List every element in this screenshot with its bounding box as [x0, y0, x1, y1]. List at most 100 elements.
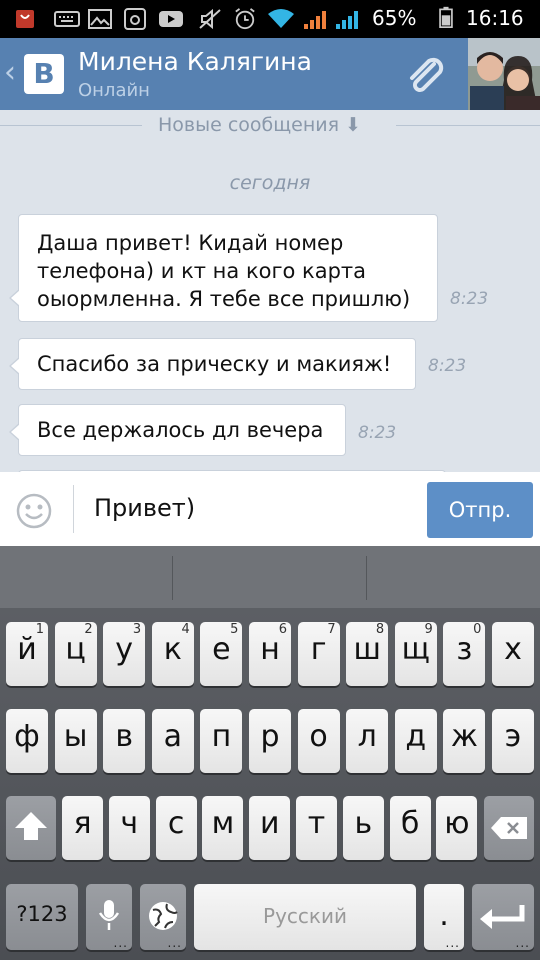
- key-ж[interactable]: ж: [443, 709, 486, 773]
- globe-icon: [149, 902, 178, 930]
- key-hint: 2: [84, 622, 93, 637]
- key-label: о: [309, 719, 328, 754]
- key-label: х: [504, 632, 522, 667]
- key-з[interactable]: з0: [443, 622, 486, 686]
- period-key[interactable]: . ...: [424, 884, 464, 950]
- message-text-line: Даша привет! Кидай номер: [37, 231, 344, 255]
- key-а[interactable]: а: [151, 709, 194, 773]
- backspace-key[interactable]: [484, 796, 534, 860]
- attachment-paperclip-icon[interactable]: [402, 52, 448, 98]
- key-х[interactable]: х: [492, 622, 534, 686]
- key-label: э: [504, 719, 522, 754]
- gallery-icon: [88, 9, 112, 29]
- key-label: н: [260, 632, 280, 667]
- new-messages-label: Новые сообщения ⬇: [158, 114, 361, 136]
- language-key[interactable]: ...: [140, 884, 186, 950]
- key-с[interactable]: с: [155, 796, 197, 860]
- key-hint: 5: [230, 622, 239, 637]
- message-bubble[interactable]: Спасибо за прическу и макияж!: [9, 338, 416, 390]
- key-ф[interactable]: ф: [6, 709, 48, 773]
- key-м[interactable]: м: [202, 796, 244, 860]
- message-list[interactable]: Новые сообщения ⬇ сегодня Даша привет! К…: [0, 110, 540, 472]
- key-label: с: [167, 806, 185, 841]
- key-н[interactable]: н6: [249, 622, 291, 686]
- key-б[interactable]: б: [389, 796, 431, 860]
- space-key[interactable]: Русский: [194, 884, 416, 950]
- shopping-bag-icon: [16, 10, 34, 28]
- key-ы[interactable]: ы: [54, 709, 97, 773]
- key-ь[interactable]: ь: [342, 796, 384, 860]
- key-у[interactable]: у3: [103, 622, 146, 686]
- key-и[interactable]: и: [249, 796, 291, 860]
- date-separator: сегодня: [229, 172, 311, 194]
- key-label: г: [310, 632, 327, 667]
- message-time: 8:23: [358, 423, 397, 443]
- key-label: в: [115, 719, 134, 754]
- signal-bars-orange-icon: [304, 11, 326, 29]
- key-ч[interactable]: ч: [108, 796, 150, 860]
- key-к[interactable]: к4: [151, 622, 194, 686]
- key-label: а: [163, 719, 182, 754]
- contact-avatar[interactable]: [468, 38, 540, 110]
- battery-percent: 65%: [372, 6, 417, 30]
- key-label: б: [400, 806, 420, 841]
- key-ш[interactable]: ш8: [346, 622, 389, 686]
- key-hint: 9: [424, 622, 433, 637]
- message-input-bar: Привет) Отпр.: [0, 472, 540, 546]
- enter-key[interactable]: ...: [472, 884, 534, 950]
- key-label: ь: [354, 806, 373, 841]
- mute-icon: [199, 8, 221, 30]
- message-bubble[interactable]: Все держалось дл вечера: [9, 404, 346, 456]
- key-label: п: [211, 719, 232, 754]
- keyboard: й1ц2у3к4е5н6г7ш8щ9з0х фывапролджэ ячсмит…: [0, 546, 540, 960]
- key-я[interactable]: я: [62, 796, 103, 860]
- key-д[interactable]: д: [394, 709, 437, 773]
- signal-bars-blue-icon: [336, 11, 358, 29]
- instagram-icon: [124, 8, 146, 30]
- message-bubble[interactable]: Даша привет! Кидай номер телефона) и кт …: [9, 214, 438, 322]
- key-label: ы: [63, 719, 88, 754]
- symbols-key-label: ?123: [16, 902, 68, 926]
- key-в[interactable]: в: [103, 709, 146, 773]
- key-ю[interactable]: ю: [436, 796, 478, 860]
- key-label: и: [259, 806, 280, 841]
- key-hint: 1: [35, 622, 44, 637]
- avatar-photo-icon: [468, 38, 540, 110]
- voice-input-key[interactable]: ...: [86, 884, 132, 950]
- key-label: ф: [14, 719, 40, 754]
- key-о[interactable]: о: [297, 709, 340, 773]
- suggestion-strip[interactable]: [0, 546, 540, 608]
- key-label: ш: [353, 632, 381, 667]
- key-label: ц: [65, 632, 86, 667]
- message-input[interactable]: Привет): [94, 494, 195, 522]
- send-button[interactable]: Отпр.: [427, 482, 533, 538]
- message-text-line: оыормленна. Я тебе все пришлю): [37, 287, 411, 311]
- back-chevron-icon[interactable]: ‹: [4, 58, 16, 88]
- key-е[interactable]: е5: [200, 622, 243, 686]
- key-й[interactable]: й1: [6, 622, 48, 686]
- key-п[interactable]: п: [200, 709, 243, 773]
- key-label: у: [115, 632, 134, 667]
- symbols-key[interactable]: ?123: [6, 884, 78, 950]
- key-label: к: [163, 632, 182, 667]
- key-р[interactable]: р: [249, 709, 291, 773]
- alarm-icon: [235, 8, 255, 30]
- status-bar: 65% 16:16: [0, 0, 540, 38]
- key-label: р: [260, 719, 280, 754]
- key-щ[interactable]: щ9: [394, 622, 437, 686]
- vk-logo-icon[interactable]: B: [24, 54, 64, 94]
- key-label: щ: [401, 632, 430, 667]
- key-г[interactable]: г7: [297, 622, 340, 686]
- shift-key[interactable]: [6, 796, 56, 860]
- key-label: л: [357, 719, 377, 754]
- emoji-smiley-icon[interactable]: [16, 493, 52, 529]
- key-ц[interactable]: ц2: [54, 622, 97, 686]
- message-text-line: Все держалось дл вечера: [37, 418, 324, 442]
- key-л[interactable]: л: [346, 709, 389, 773]
- key-т[interactable]: т: [296, 796, 337, 860]
- key-hint: 8: [375, 622, 385, 637]
- key-э[interactable]: э: [492, 709, 534, 773]
- key-label: м: [211, 806, 235, 841]
- contact-name[interactable]: Милена Калягина: [78, 47, 312, 76]
- backspace-icon: [491, 817, 527, 839]
